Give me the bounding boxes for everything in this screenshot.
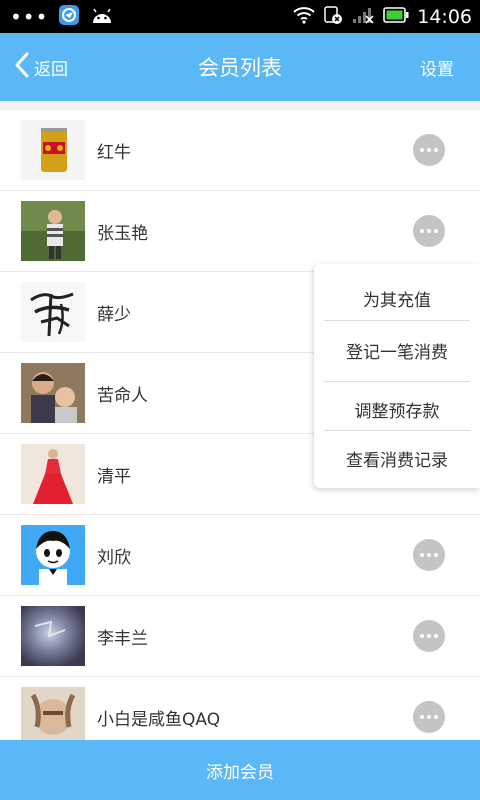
add-member-button[interactable]: 添加会员 <box>0 740 480 800</box>
member-name: 薛少 <box>97 305 131 325</box>
member-name: 李丰兰 <box>97 629 148 649</box>
boy-outdoors-avatar <box>21 201 85 261</box>
more-options-button[interactable] <box>413 701 445 733</box>
red-bull-can-avatar <box>21 120 85 180</box>
member-action-menu: 为其充值 登记一笔消费 调整预存款 查看消费记录 <box>314 264 480 488</box>
battery-icon <box>383 6 409 27</box>
red-dress-avatar <box>21 444 85 504</box>
blurry-photo-avatar <box>21 606 85 666</box>
menu-item-record-expense[interactable]: 登记一笔消费 <box>324 322 470 378</box>
menu-divider <box>324 381 470 382</box>
menu-divider <box>324 320 470 321</box>
signal-icon <box>351 6 375 28</box>
list-item[interactable]: 小白是咸鱼QAQ <box>0 677 480 740</box>
mother-child-avatar <box>21 363 85 423</box>
status-right: 14:06 <box>293 0 472 33</box>
member-name: 苦命人 <box>97 386 148 406</box>
member-name: 刘欣 <box>97 548 131 568</box>
list-item[interactable]: 张玉艳 <box>0 191 480 272</box>
notification-dots: ••• <box>10 4 49 29</box>
calligraphy-avatar <box>21 282 85 342</box>
browser-app-icon <box>58 4 80 30</box>
menu-item-recharge[interactable]: 为其充值 <box>324 272 470 324</box>
cartoon-boy-avatar <box>21 525 85 585</box>
more-options-button[interactable] <box>413 215 445 247</box>
more-options-button[interactable] <box>413 620 445 652</box>
nav-bar: 返回 会员列表 设置 <box>0 33 480 101</box>
android-icon <box>90 5 114 29</box>
settings-button[interactable]: 设置 <box>420 33 454 101</box>
more-options-button[interactable] <box>413 539 445 571</box>
menu-item-view-expense-records[interactable]: 查看消费记录 <box>324 432 470 484</box>
back-label: 返回 <box>34 59 68 80</box>
clock: 14:06 <box>417 5 472 28</box>
hand-face-avatar <box>21 687 85 740</box>
member-name: 红牛 <box>97 143 131 163</box>
status-bar: ••• 14:06 <box>0 0 480 33</box>
status-left: ••• <box>10 0 114 33</box>
member-name: 张玉艳 <box>97 224 148 244</box>
list-item[interactable]: 李丰兰 <box>0 596 480 677</box>
wifi-icon <box>293 6 315 28</box>
page-title: 会员列表 <box>198 56 282 80</box>
menu-divider <box>324 430 470 431</box>
menu-item-adjust-deposit[interactable]: 调整预存款 <box>324 384 470 434</box>
member-name: 小白是咸鱼QAQ <box>97 710 221 730</box>
list-item[interactable]: 刘欣 <box>0 515 480 596</box>
list-item[interactable]: 红牛 <box>0 110 480 191</box>
more-options-button[interactable] <box>413 134 445 166</box>
chevron-left-icon <box>14 51 30 84</box>
no-sim-icon <box>323 5 343 29</box>
member-name: 清平 <box>97 467 131 487</box>
back-button[interactable]: 返回 <box>14 33 68 101</box>
